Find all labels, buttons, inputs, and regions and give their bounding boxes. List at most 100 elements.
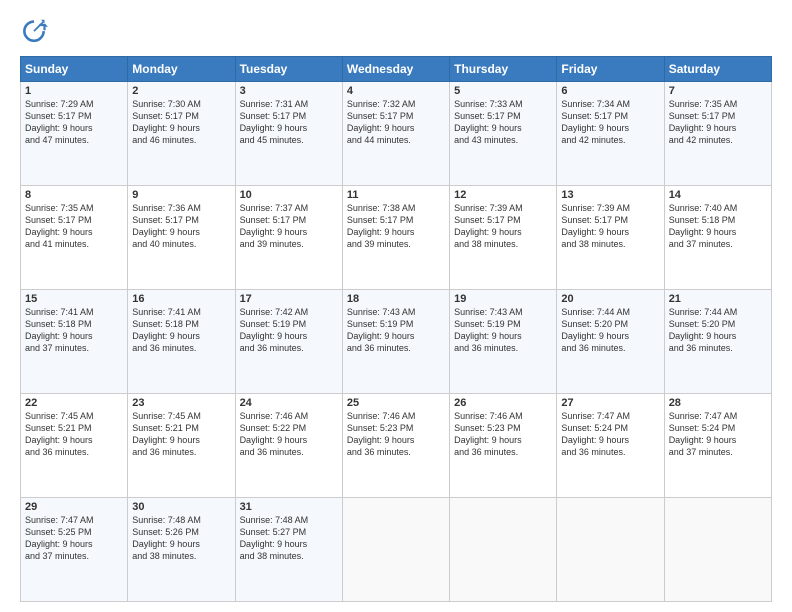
day-info: Sunrise: 7:47 AMSunset: 5:25 PMDaylight:… <box>25 515 94 561</box>
day-number: 13 <box>561 189 659 201</box>
day-number: 30 <box>132 501 230 513</box>
day-number: 17 <box>240 293 338 305</box>
day-info: Sunrise: 7:45 AMSunset: 5:21 PMDaylight:… <box>132 411 201 457</box>
day-number: 21 <box>669 293 767 305</box>
day-info: Sunrise: 7:47 AMSunset: 5:24 PMDaylight:… <box>561 411 630 457</box>
day-header-sunday: Sunday <box>21 57 128 82</box>
calendar-cell <box>557 498 664 602</box>
day-header-saturday: Saturday <box>664 57 771 82</box>
day-number: 11 <box>347 189 445 201</box>
day-info: Sunrise: 7:42 AMSunset: 5:19 PMDaylight:… <box>240 307 309 353</box>
calendar-cell: 23 Sunrise: 7:45 AMSunset: 5:21 PMDaylig… <box>128 394 235 498</box>
calendar-cell: 17 Sunrise: 7:42 AMSunset: 5:19 PMDaylig… <box>235 290 342 394</box>
calendar-cell: 30 Sunrise: 7:48 AMSunset: 5:26 PMDaylig… <box>128 498 235 602</box>
calendar-cell: 2 Sunrise: 7:30 AMSunset: 5:17 PMDayligh… <box>128 82 235 186</box>
day-info: Sunrise: 7:29 AMSunset: 5:17 PMDaylight:… <box>25 99 94 145</box>
day-info: Sunrise: 7:44 AMSunset: 5:20 PMDaylight:… <box>561 307 630 353</box>
day-number: 23 <box>132 397 230 409</box>
calendar-week-1: 1 Sunrise: 7:29 AMSunset: 5:17 PMDayligh… <box>21 82 772 186</box>
calendar-cell: 1 Sunrise: 7:29 AMSunset: 5:17 PMDayligh… <box>21 82 128 186</box>
calendar-cell <box>664 498 771 602</box>
day-info: Sunrise: 7:47 AMSunset: 5:24 PMDaylight:… <box>669 411 738 457</box>
calendar-cell: 10 Sunrise: 7:37 AMSunset: 5:17 PMDaylig… <box>235 186 342 290</box>
calendar-week-3: 15 Sunrise: 7:41 AMSunset: 5:18 PMDaylig… <box>21 290 772 394</box>
calendar-cell: 15 Sunrise: 7:41 AMSunset: 5:18 PMDaylig… <box>21 290 128 394</box>
day-info: Sunrise: 7:33 AMSunset: 5:17 PMDaylight:… <box>454 99 523 145</box>
calendar-cell: 13 Sunrise: 7:39 AMSunset: 5:17 PMDaylig… <box>557 186 664 290</box>
calendar-cell: 31 Sunrise: 7:48 AMSunset: 5:27 PMDaylig… <box>235 498 342 602</box>
day-info: Sunrise: 7:46 AMSunset: 5:23 PMDaylight:… <box>454 411 523 457</box>
calendar-cell: 9 Sunrise: 7:36 AMSunset: 5:17 PMDayligh… <box>128 186 235 290</box>
day-info: Sunrise: 7:37 AMSunset: 5:17 PMDaylight:… <box>240 203 309 249</box>
calendar-cell: 28 Sunrise: 7:47 AMSunset: 5:24 PMDaylig… <box>664 394 771 498</box>
day-info: Sunrise: 7:48 AMSunset: 5:26 PMDaylight:… <box>132 515 201 561</box>
day-number: 9 <box>132 189 230 201</box>
day-number: 2 <box>132 85 230 97</box>
day-info: Sunrise: 7:34 AMSunset: 5:17 PMDaylight:… <box>561 99 630 145</box>
calendar-header-row: SundayMondayTuesdayWednesdayThursdayFrid… <box>21 57 772 82</box>
calendar-cell <box>450 498 557 602</box>
day-info: Sunrise: 7:35 AMSunset: 5:17 PMDaylight:… <box>669 99 738 145</box>
calendar-cell: 3 Sunrise: 7:31 AMSunset: 5:17 PMDayligh… <box>235 82 342 186</box>
day-number: 6 <box>561 85 659 97</box>
day-info: Sunrise: 7:43 AMSunset: 5:19 PMDaylight:… <box>347 307 416 353</box>
day-number: 29 <box>25 501 123 513</box>
day-number: 31 <box>240 501 338 513</box>
day-info: Sunrise: 7:48 AMSunset: 5:27 PMDaylight:… <box>240 515 309 561</box>
day-number: 3 <box>240 85 338 97</box>
day-info: Sunrise: 7:46 AMSunset: 5:23 PMDaylight:… <box>347 411 416 457</box>
day-header-thursday: Thursday <box>450 57 557 82</box>
day-number: 18 <box>347 293 445 305</box>
day-number: 24 <box>240 397 338 409</box>
calendar-cell: 18 Sunrise: 7:43 AMSunset: 5:19 PMDaylig… <box>342 290 449 394</box>
calendar-cell: 29 Sunrise: 7:47 AMSunset: 5:25 PMDaylig… <box>21 498 128 602</box>
day-number: 4 <box>347 85 445 97</box>
day-number: 14 <box>669 189 767 201</box>
day-number: 5 <box>454 85 552 97</box>
calendar-cell: 11 Sunrise: 7:38 AMSunset: 5:17 PMDaylig… <box>342 186 449 290</box>
day-info: Sunrise: 7:43 AMSunset: 5:19 PMDaylight:… <box>454 307 523 353</box>
day-info: Sunrise: 7:44 AMSunset: 5:20 PMDaylight:… <box>669 307 738 353</box>
calendar-table: SundayMondayTuesdayWednesdayThursdayFrid… <box>20 56 772 602</box>
calendar-week-4: 22 Sunrise: 7:45 AMSunset: 5:21 PMDaylig… <box>21 394 772 498</box>
calendar-cell <box>342 498 449 602</box>
calendar-week-5: 29 Sunrise: 7:47 AMSunset: 5:25 PMDaylig… <box>21 498 772 602</box>
day-info: Sunrise: 7:32 AMSunset: 5:17 PMDaylight:… <box>347 99 416 145</box>
day-info: Sunrise: 7:45 AMSunset: 5:21 PMDaylight:… <box>25 411 94 457</box>
day-info: Sunrise: 7:35 AMSunset: 5:17 PMDaylight:… <box>25 203 94 249</box>
day-number: 26 <box>454 397 552 409</box>
day-number: 22 <box>25 397 123 409</box>
day-number: 10 <box>240 189 338 201</box>
calendar-cell: 4 Sunrise: 7:32 AMSunset: 5:17 PMDayligh… <box>342 82 449 186</box>
calendar-cell: 26 Sunrise: 7:46 AMSunset: 5:23 PMDaylig… <box>450 394 557 498</box>
calendar-cell: 8 Sunrise: 7:35 AMSunset: 5:17 PMDayligh… <box>21 186 128 290</box>
day-number: 7 <box>669 85 767 97</box>
calendar-cell: 12 Sunrise: 7:39 AMSunset: 5:17 PMDaylig… <box>450 186 557 290</box>
day-info: Sunrise: 7:38 AMSunset: 5:17 PMDaylight:… <box>347 203 416 249</box>
day-info: Sunrise: 7:31 AMSunset: 5:17 PMDaylight:… <box>240 99 309 145</box>
day-number: 28 <box>669 397 767 409</box>
day-info: Sunrise: 7:36 AMSunset: 5:17 PMDaylight:… <box>132 203 201 249</box>
day-header-wednesday: Wednesday <box>342 57 449 82</box>
calendar-cell: 16 Sunrise: 7:41 AMSunset: 5:18 PMDaylig… <box>128 290 235 394</box>
day-number: 8 <box>25 189 123 201</box>
day-number: 27 <box>561 397 659 409</box>
day-info: Sunrise: 7:41 AMSunset: 5:18 PMDaylight:… <box>132 307 201 353</box>
calendar-cell: 27 Sunrise: 7:47 AMSunset: 5:24 PMDaylig… <box>557 394 664 498</box>
day-info: Sunrise: 7:40 AMSunset: 5:18 PMDaylight:… <box>669 203 738 249</box>
day-number: 12 <box>454 189 552 201</box>
day-info: Sunrise: 7:39 AMSunset: 5:17 PMDaylight:… <box>561 203 630 249</box>
day-number: 16 <box>132 293 230 305</box>
logo-icon <box>20 18 48 46</box>
logo <box>20 18 52 46</box>
day-number: 19 <box>454 293 552 305</box>
day-number: 15 <box>25 293 123 305</box>
day-info: Sunrise: 7:46 AMSunset: 5:22 PMDaylight:… <box>240 411 309 457</box>
calendar-cell: 24 Sunrise: 7:46 AMSunset: 5:22 PMDaylig… <box>235 394 342 498</box>
day-info: Sunrise: 7:39 AMSunset: 5:17 PMDaylight:… <box>454 203 523 249</box>
day-header-friday: Friday <box>557 57 664 82</box>
calendar-cell: 21 Sunrise: 7:44 AMSunset: 5:20 PMDaylig… <box>664 290 771 394</box>
calendar-cell: 25 Sunrise: 7:46 AMSunset: 5:23 PMDaylig… <box>342 394 449 498</box>
day-number: 20 <box>561 293 659 305</box>
day-number: 1 <box>25 85 123 97</box>
